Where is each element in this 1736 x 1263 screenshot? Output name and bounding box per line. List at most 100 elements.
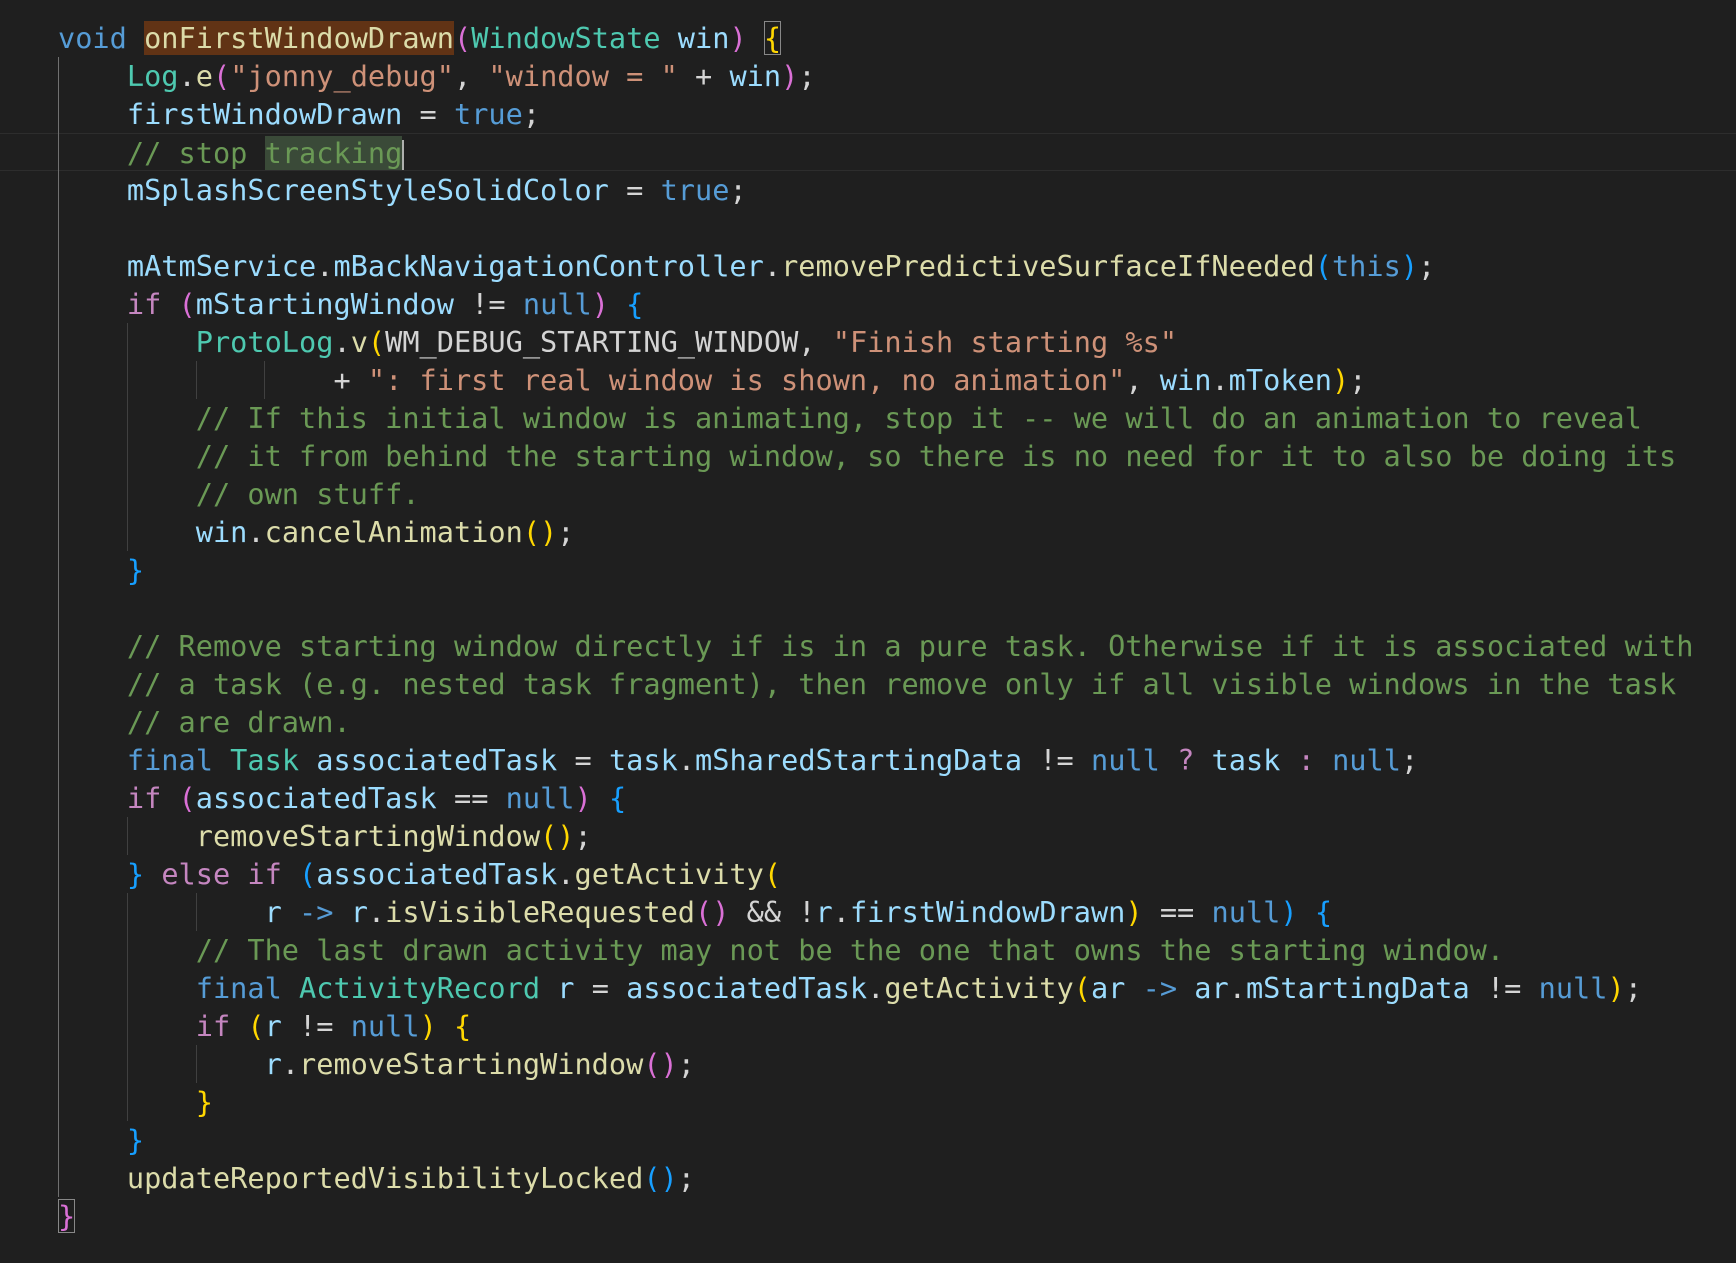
code-line[interactable]: + ": first real window is shown, no anim… bbox=[0, 361, 1736, 399]
code-line[interactable]: // Remove starting window directly if is… bbox=[0, 627, 1736, 665]
code-line[interactable]: } bbox=[0, 1083, 1736, 1121]
code-line[interactable]: r -> r.isVisibleRequested() && !r.firstW… bbox=[0, 893, 1736, 931]
code-token: associatedTask bbox=[626, 971, 868, 1005]
code-token: null bbox=[505, 781, 575, 815]
code-line[interactable]: // The last drawn activity may not be th… bbox=[0, 931, 1736, 969]
code-lines[interactable]: void onFirstWindowDrawn(WindowState win)… bbox=[0, 19, 1736, 1235]
code-token: ; bbox=[522, 97, 541, 131]
code-token: } bbox=[126, 553, 145, 587]
code-token: else if bbox=[161, 857, 282, 891]
code-token: "jonny_debug" bbox=[230, 59, 454, 93]
code-line[interactable]: firstWindowDrawn = true; bbox=[0, 95, 1736, 133]
code-token: final bbox=[126, 743, 213, 777]
code-line[interactable]: final ActivityRecord r = associatedTask.… bbox=[0, 969, 1736, 1007]
code-line[interactable]: Log.e("jonny_debug", "window = " + win); bbox=[0, 57, 1736, 95]
code-token: mStartingWindow bbox=[195, 287, 454, 321]
code-token: = bbox=[574, 971, 627, 1005]
code-line[interactable]: // it from behind the starting window, s… bbox=[0, 437, 1736, 475]
code-line[interactable]: } bbox=[0, 1121, 1736, 1159]
code-line[interactable]: mSplashScreenStyleSolidColor = true; bbox=[0, 171, 1736, 209]
code-token: && ! bbox=[729, 895, 816, 929]
code-token: if bbox=[195, 1009, 231, 1043]
code-token: } bbox=[126, 1123, 145, 1157]
code-token: e bbox=[195, 59, 213, 93]
code-token: != bbox=[1469, 971, 1539, 1005]
code-token: ( bbox=[1314, 249, 1332, 283]
code-line[interactable]: win.cancelAnimation(); bbox=[0, 513, 1736, 551]
code-token: ; bbox=[677, 1161, 695, 1195]
code-token: ": first real window is shown, no animat… bbox=[367, 363, 1126, 397]
code-line[interactable]: void onFirstWindowDrawn(WindowState win)… bbox=[0, 19, 1736, 57]
code-token: : bbox=[1297, 743, 1315, 777]
code-line[interactable] bbox=[0, 589, 1736, 627]
code-line[interactable]: } bbox=[0, 551, 1736, 589]
code-token: { bbox=[454, 1009, 472, 1043]
code-token: getActivity bbox=[574, 857, 764, 891]
code-token: tracking bbox=[264, 136, 403, 170]
code-token: onFirstWindowDrawn bbox=[144, 21, 454, 55]
code-line[interactable] bbox=[0, 209, 1736, 247]
code-token: ; bbox=[574, 819, 592, 853]
code-token: ar bbox=[1194, 971, 1229, 1005]
code-token: + bbox=[677, 59, 730, 93]
code-token: r bbox=[264, 895, 282, 929]
code-line[interactable]: removeStartingWindow(); bbox=[0, 817, 1736, 855]
code-line[interactable]: if (associatedTask == null) { bbox=[0, 779, 1736, 817]
code-token: // If this initial window is animating, … bbox=[195, 401, 1642, 435]
code-token: task bbox=[1211, 743, 1281, 777]
code-token: task bbox=[608, 743, 678, 777]
code-line[interactable]: } else if (associatedTask.getActivity( bbox=[0, 855, 1736, 893]
code-token: null bbox=[350, 1009, 420, 1043]
code-token: . bbox=[832, 895, 850, 929]
code-token: != bbox=[281, 1009, 351, 1043]
code-token: null bbox=[1091, 743, 1160, 777]
code-token: ; bbox=[1400, 743, 1419, 777]
code-line[interactable]: mAtmService.mBackNavigationController.re… bbox=[0, 247, 1736, 285]
code-token: // are drawn. bbox=[126, 705, 351, 739]
code-token: "window = " bbox=[488, 59, 678, 93]
code-line[interactable]: } bbox=[0, 1197, 1736, 1235]
code-line[interactable]: updateReportedVisibilityLocked(); bbox=[0, 1159, 1736, 1197]
code-token: // own stuff. bbox=[195, 477, 420, 511]
code-token: associatedTask bbox=[316, 743, 558, 777]
code-line[interactable]: if (r != null) { bbox=[0, 1007, 1736, 1045]
code-token: // Remove starting window directly if is… bbox=[126, 629, 1694, 663]
code-token: . bbox=[333, 325, 351, 359]
code-token: ; bbox=[729, 173, 747, 207]
code-token: ? bbox=[1177, 743, 1195, 777]
code-token: ( bbox=[367, 325, 386, 359]
code-token: // The last drawn activity may not be th… bbox=[195, 933, 1505, 967]
code-line[interactable]: // own stuff. bbox=[0, 475, 1736, 513]
code-editor[interactable]: void onFirstWindowDrawn(WindowState win)… bbox=[0, 0, 1736, 1263]
code-line[interactable]: // If this initial window is animating, … bbox=[0, 399, 1736, 437]
code-line[interactable]: // are drawn. bbox=[0, 703, 1736, 741]
code-token: Log bbox=[126, 59, 179, 93]
code-token: . bbox=[1228, 971, 1246, 1005]
code-token: == bbox=[1142, 895, 1212, 929]
code-token: () bbox=[643, 1161, 678, 1195]
code-line[interactable]: // a task (e.g. nested task fragment), t… bbox=[0, 665, 1736, 703]
code-line[interactable]: if (mStartingWindow != null) { bbox=[0, 285, 1736, 323]
code-line[interactable]: // stop tracking bbox=[0, 133, 1736, 171]
code-line[interactable]: final Task associatedTask = task.mShared… bbox=[0, 741, 1736, 779]
code-line[interactable]: r.removeStartingWindow(); bbox=[0, 1045, 1736, 1083]
code-token: final bbox=[195, 971, 282, 1005]
code-token: . bbox=[677, 743, 696, 777]
code-token: ) bbox=[729, 21, 747, 55]
code-token: firstWindowDrawn bbox=[126, 97, 403, 131]
code-line[interactable]: ProtoLog.v(WM_DEBUG_STARTING_WINDOW, "Fi… bbox=[0, 323, 1736, 361]
code-token: ; bbox=[677, 1047, 695, 1081]
code-token: ; bbox=[1418, 249, 1436, 283]
code-token: r bbox=[264, 1047, 282, 1081]
